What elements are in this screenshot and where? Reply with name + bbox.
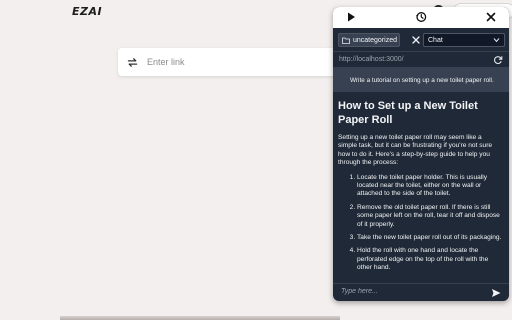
message-input[interactable] [341,288,481,295]
x-icon [411,36,420,44]
play-icon[interactable] [345,11,357,23]
mode-select-value: Chat [428,36,443,44]
link-bar [118,48,348,76]
clear-button[interactable] [409,33,422,47]
panel-controls: uncategorized Chat [333,29,509,51]
page-bottom-edge [60,316,340,320]
user-message: Write a tutorial on setting up a new toi… [333,68,509,92]
folder-icon [342,37,350,44]
folder-label: uncategorized [353,36,397,44]
answer-steps: Locate the toilet paper holder. This is … [338,174,502,273]
app-logo: EZAI [72,5,103,18]
chevron-down-icon [493,38,500,43]
refresh-icon[interactable] [493,55,503,65]
user-message-text: Write a tutorial on setting up a new toi… [350,76,494,84]
mode-select[interactable]: Chat [423,33,505,47]
current-url-row: http://localhost:3000/ [333,51,509,68]
assistant-message: How to Set up a New Toilet Paper Roll Se… [333,93,509,277]
folder-button[interactable]: uncategorized [338,33,400,47]
answer-intro: Setting up a new toilet paper roll may s… [338,134,493,167]
list-item: Remove the old toilet paper roll. If the… [357,204,502,229]
refresh-arrows-icon[interactable] [126,56,139,69]
list-item: Locate the toilet paper holder. This is … [357,174,502,199]
message-composer [333,283,509,301]
list-item: Hold the roll with one hand and locate t… [357,247,502,272]
link-input[interactable] [147,57,337,67]
answer-title: How to Set up a New Toilet Paper Roll [338,100,478,126]
chat-side-panel: uncategorized Chat http://localhost:3000… [333,7,509,301]
send-icon[interactable] [491,288,501,298]
history-icon[interactable] [415,11,427,23]
current-url: http://localhost:3000/ [339,56,404,63]
panel-header [333,7,509,28]
close-icon[interactable] [485,11,497,23]
list-item: Take the new toilet paper roll out of it… [357,234,502,242]
